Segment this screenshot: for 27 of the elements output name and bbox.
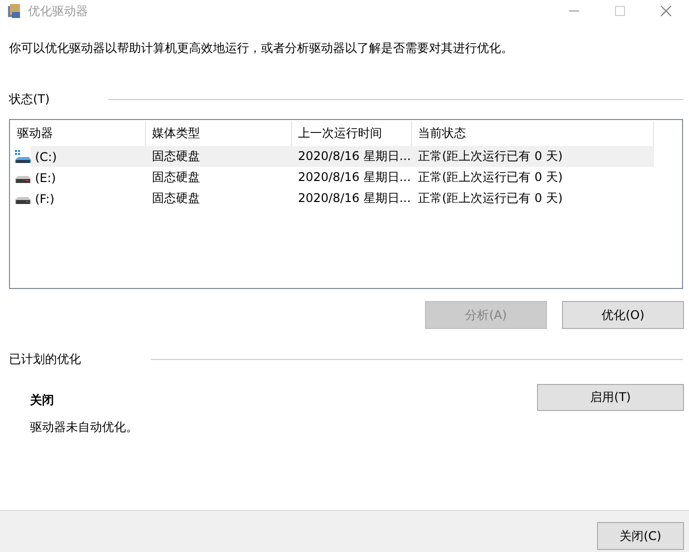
table-cell-text: 固态硬盘: [151, 190, 201, 207]
app-icon: [6, 3, 22, 19]
table-cell: 固态硬盘: [146, 146, 292, 167]
drive-icon: [15, 197, 31, 204]
window-title: 优化驱动器: [28, 2, 88, 20]
enable-button[interactable]: 启用(T): [537, 384, 684, 411]
drive-cell[interactable]: (E:): [11, 167, 146, 188]
table-cell-text: 2020/8/16 星期日...: [297, 169, 412, 186]
drive-name: (E:): [35, 170, 56, 184]
schedule-note: 驱动器未自动优化。: [30, 419, 138, 436]
table-cell-text: 正常(距上次运行已有 0 天): [417, 169, 564, 186]
table-cell-text: 固态硬盘: [151, 169, 201, 186]
table-cell: 正常(距上次运行已有 0 天): [412, 146, 654, 167]
optimize-button[interactable]: 优化(O): [562, 301, 684, 329]
system-drive-icon: [15, 150, 31, 164]
table-cell: 2020/8/16 星期日...: [292, 146, 412, 167]
drive-icon: [15, 176, 31, 183]
description: 你可以优化驱动器以帮助计算机更高效地运行，或者分析驱动器以了解是否需要对其进行优化。: [9, 40, 514, 57]
section-label: 状态(T): [9, 91, 50, 108]
drive-name: (C:): [35, 150, 57, 164]
table-cell-text: 正常(距上次运行已有 0 天): [417, 190, 564, 207]
schedule-state: 关闭: [30, 392, 55, 409]
drive-name: (F:): [35, 192, 54, 206]
table-cell-text: 2020/8/16 星期日...: [297, 190, 412, 207]
close-button[interactable]: 关闭(C): [597, 522, 684, 550]
section-label: 已计划的优化: [9, 351, 81, 368]
drive-cell[interactable]: (F:): [11, 188, 146, 209]
